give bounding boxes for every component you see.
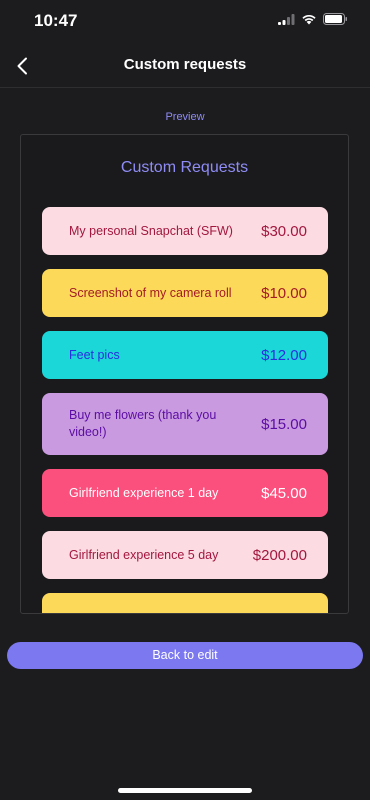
request-item[interactable]: Girlfriend experience 5 day $200.00 [42,531,328,579]
request-price: $10.00 [261,284,307,302]
signal-icon [278,13,295,25]
request-item[interactable]: My personal Snapchat (SFW) $30.00 [42,207,328,255]
card-title: Custom Requests [120,159,249,176]
status-bar: 10:47 [0,0,370,44]
request-item[interactable]: Girlfriend experience 1 day $45.00 [42,469,328,517]
nav-bar: Custom requests [0,44,370,88]
back-to-edit-button[interactable]: Back to edit [7,642,363,669]
request-label: Buy me flowers (thank you video!) [69,408,217,439]
status-time: 10:47 [34,11,78,30]
request-price: $12.00 [261,346,307,364]
request-price: $30.00 [261,222,307,240]
home-indicator [118,788,252,793]
request-label: Feet pics [69,347,120,362]
request-label: Girlfriend experience 5 day [69,547,219,562]
status-icons [278,13,348,25]
wifi-icon [302,14,316,25]
battery-icon [323,13,347,25]
request-price: $200.00 [252,546,307,564]
request-price: $15.00 [261,415,307,433]
request-item[interactable]: Feet pics $12.00 [42,331,328,379]
preview-card: Custom Requests My personal Snapchat (SF… [20,134,349,614]
request-list: My personal Snapchat (SFW) $30.00 Screen… [42,207,328,613]
request-price: $45.00 [261,484,307,502]
request-item[interactable]: Screenshot of my camera roll $10.00 [42,269,328,317]
request-label: My personal Snapchat (SFW) [69,223,233,238]
request-item[interactable]: Buy me flowers (thank you video!) $15.00 [42,393,328,455]
request-item-partial [42,593,328,613]
page-title: Custom requests [123,56,247,73]
request-label: Girlfriend experience 1 day [69,485,219,500]
preview-label: Preview [165,111,205,123]
request-label: Screenshot of my camera roll [69,285,232,300]
